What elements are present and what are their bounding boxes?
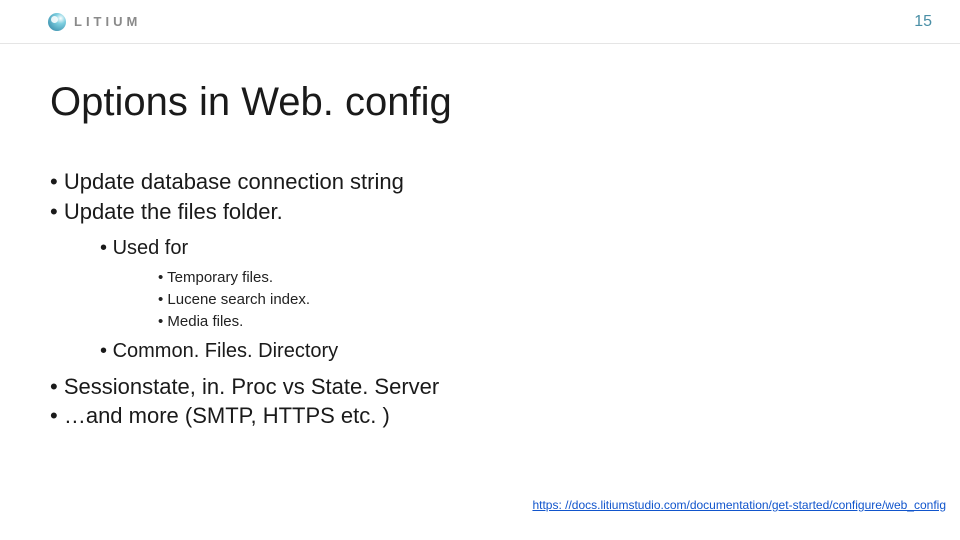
list-item: Media files.	[158, 311, 960, 333]
slide: LITIUM 15 Options in Web. config Update …	[0, 0, 960, 540]
bullet-sublist: Used for Temporary files. Lucene search …	[100, 234, 960, 365]
brand-name: LITIUM	[74, 14, 141, 29]
list-item: Sessionstate, in. Proc vs State. Server	[50, 372, 960, 402]
list-item: Common. Files. Directory	[100, 337, 960, 366]
list-item: Used for Temporary files. Lucene search …	[100, 234, 960, 332]
list-item: Update database connection string	[50, 167, 960, 197]
slide-header: LITIUM 15	[0, 0, 960, 44]
list-item: Temporary files.	[158, 267, 960, 289]
slide-content: Options in Web. config Update database c…	[0, 44, 960, 431]
list-item: Lucene search index.	[158, 289, 960, 311]
globe-icon	[48, 13, 66, 31]
list-item: Update the files folder. Used for Tempor…	[50, 197, 960, 366]
bullet-list: Update database connection string Update…	[50, 167, 960, 431]
brand-logo: LITIUM	[48, 13, 141, 31]
list-item: …and more (SMTP, HTTPS etc. )	[50, 401, 960, 431]
page-number: 15	[914, 13, 932, 31]
list-item-text: Used for	[113, 237, 189, 259]
bullet-sublist: Temporary files. Lucene search index. Me…	[158, 267, 960, 332]
list-item-text: Update the files folder.	[64, 199, 283, 224]
slide-title: Options in Web. config	[50, 80, 960, 125]
docs-link[interactable]: https: //docs.litiumstudio.com/documenta…	[532, 498, 946, 512]
